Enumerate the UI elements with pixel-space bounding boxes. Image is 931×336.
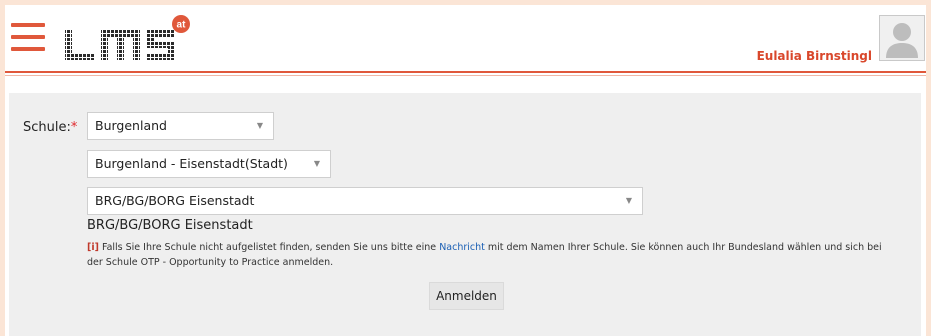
school-label: Schule:* (23, 120, 78, 135)
login-button[interactable]: Anmelden (429, 282, 504, 310)
page-frame: at Eulalia Birnstingl Schule:* Burgenlan… (5, 5, 926, 336)
user-avatar-icon (886, 23, 918, 58)
logo-badge-text: at (177, 20, 187, 31)
selected-school-text: BRG/BG/BORG Eisenstadt (87, 218, 253, 233)
menu-icon[interactable] (11, 23, 45, 51)
header-divider-light (5, 75, 926, 76)
district-select[interactable]: Burgenland - Eisenstadt(Stadt) ▼ (87, 150, 331, 178)
avatar[interactable] (879, 15, 925, 61)
district-select-value: Burgenland - Eisenstadt(Stadt) (95, 156, 288, 171)
state-select-value: Burgenland (95, 118, 167, 133)
info-icon: [i] (87, 242, 99, 253)
school-select[interactable]: BRG/BG/BORG Eisenstadt ▼ (87, 187, 643, 215)
header: at Eulalia Birnstingl (5, 5, 926, 76)
message-link[interactable]: Nachricht (439, 242, 485, 253)
header-divider (5, 71, 926, 73)
school-select-value: BRG/BG/BORG Eisenstadt (95, 193, 255, 208)
login-panel: Schule:* Burgenland ▼ Burgenland - Eisen… (9, 93, 921, 336)
info-text: [i] Falls Sie Ihre Schule nicht aufgelis… (87, 242, 882, 268)
lms-logo[interactable]: at (63, 14, 193, 64)
chevron-down-icon: ▼ (313, 159, 320, 168)
user-name[interactable]: Eulalia Birnstingl (757, 49, 872, 63)
chevron-down-icon: ▼ (625, 196, 632, 205)
required-marker: * (70, 120, 78, 135)
chevron-down-icon: ▼ (256, 121, 263, 130)
state-select[interactable]: Burgenland ▼ (87, 112, 274, 140)
